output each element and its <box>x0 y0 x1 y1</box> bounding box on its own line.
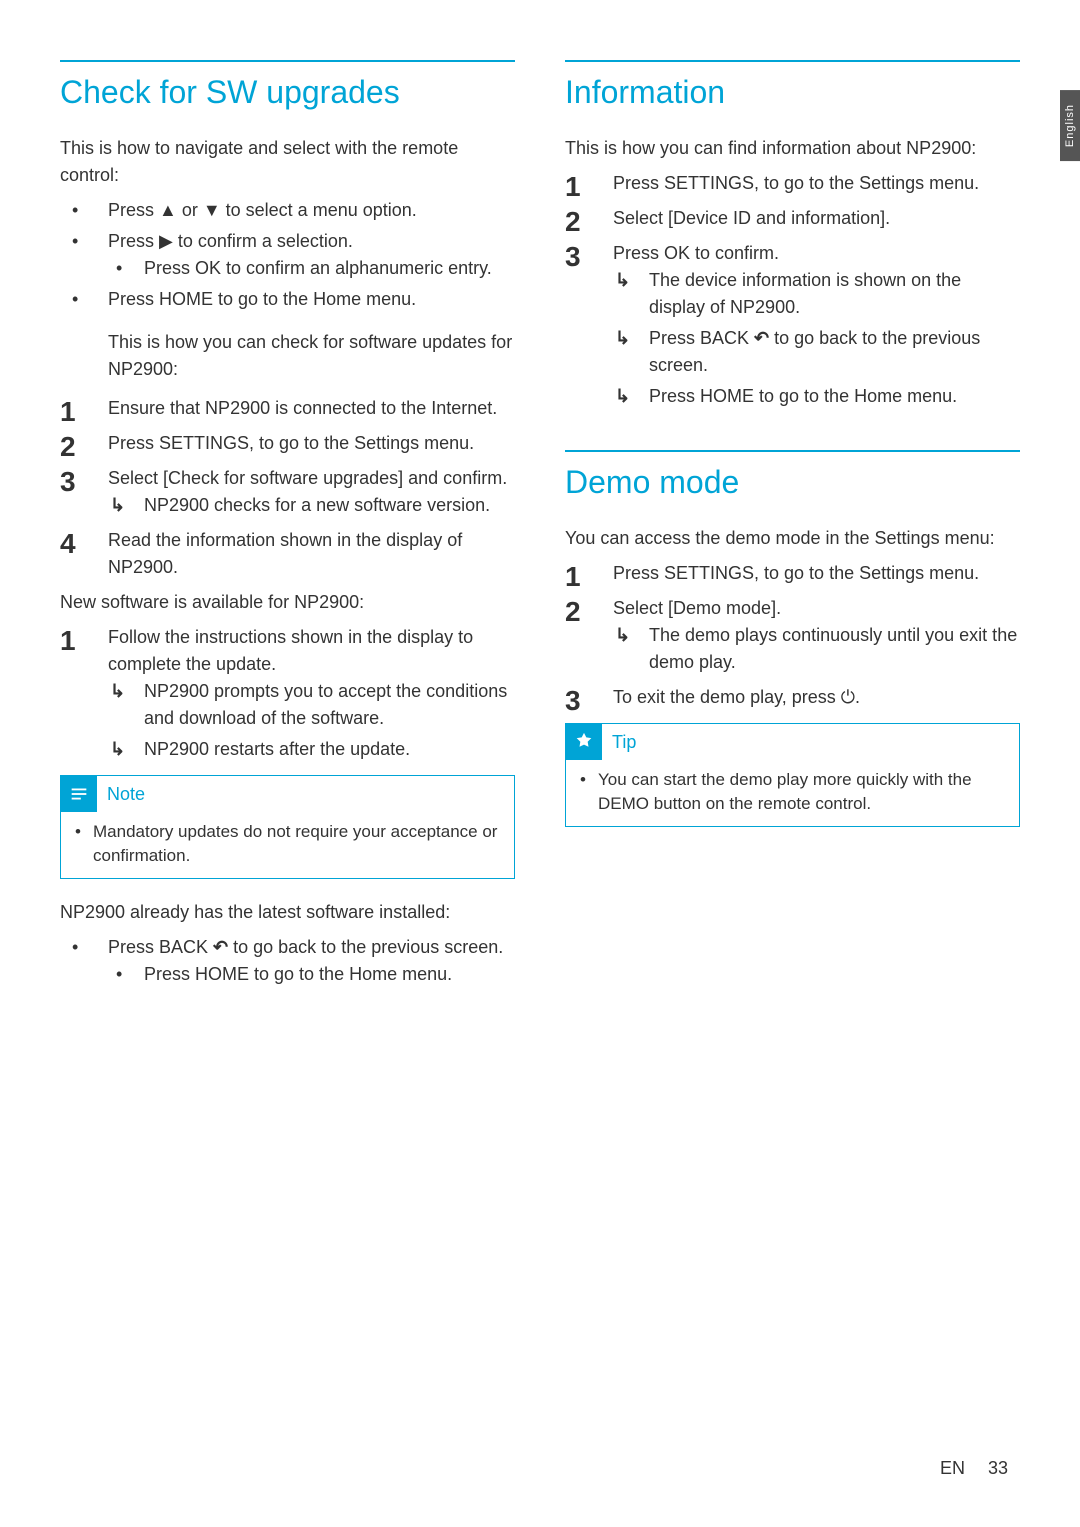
step-item: Select [Device ID and information]. <box>565 205 1020 232</box>
result-item: NP2900 checks for a new software version… <box>108 492 515 519</box>
callout-body: You can start the demo play more quickly… <box>566 760 1019 826</box>
step-item: Press OK to confirm. The device informat… <box>565 240 1020 410</box>
tip-body-text: You can start the demo play more quickly… <box>580 768 1005 816</box>
already-latest-text: NP2900 already has the latest software i… <box>60 899 515 926</box>
info-steps-list: Press SETTINGS, to go to the Settings me… <box>565 170 1020 410</box>
nav-bullet-list: Press ▲ or ▼ to select a menu option. Pr… <box>60 197 515 313</box>
step-text: Select [Check for software upgrades] and… <box>108 468 507 488</box>
step-item: Read the information shown in the displa… <box>60 527 515 581</box>
tip-callout: Tip You can start the demo play more qui… <box>565 723 1020 827</box>
step-text: Press OK to confirm. <box>613 243 779 263</box>
footer-page-number: 33 <box>988 1458 1008 1478</box>
callout-header: Note <box>61 776 514 812</box>
result-item: NP2900 prompts you to accept the conditi… <box>108 678 515 732</box>
left-column: Check for SW upgrades This is how to nav… <box>60 60 515 1004</box>
section-title-sw-upgrades: Check for SW upgrades <box>60 60 515 111</box>
content-columns: Check for SW upgrades This is how to nav… <box>60 60 1020 1004</box>
tip-title: Tip <box>612 732 636 753</box>
steps-list-b: Follow the instructions shown in the dis… <box>60 624 515 763</box>
intro-text: This is how to navigate and select with … <box>60 135 515 189</box>
result-item: Press BACK ↶ to go back to the previous … <box>613 325 1020 379</box>
bullet-text-post: to go back to the previous screen. <box>228 937 503 957</box>
steps-list-a: Ensure that NP2900 is connected to the I… <box>60 395 515 581</box>
step-item: Select [Check for software upgrades] and… <box>60 465 515 519</box>
step-item: Press SETTINGS, to go to the Settings me… <box>60 430 515 457</box>
callout-body: Mandatory updates do not require your ac… <box>61 812 514 878</box>
step-item: To exit the demo play, press ⏻. <box>565 684 1020 711</box>
footer-lang: EN <box>940 1458 965 1478</box>
note-title: Note <box>107 784 145 805</box>
new-sw-text: New software is available for NP2900: <box>60 589 515 616</box>
step-item: Follow the instructions shown in the dis… <box>60 624 515 763</box>
result-item: Press HOME to go to the Home menu. <box>613 383 1020 410</box>
check-intro: This is how you can check for software u… <box>60 329 515 383</box>
step-item: Press SETTINGS, to go to the Settings me… <box>565 170 1020 197</box>
page-footer: EN 33 <box>940 1458 1008 1479</box>
sub-bullet-item: Press HOME to go to the Home menu. <box>108 961 515 988</box>
back-icon: ↶ <box>213 934 228 961</box>
bullet-text-pre: Press BACK <box>108 937 213 957</box>
bullet-item: Press HOME to go to the Home menu. <box>60 286 515 313</box>
back-icon: ↶ <box>754 325 769 352</box>
section-title-demo: Demo mode <box>565 450 1020 501</box>
section-title-information: Information <box>565 60 1020 111</box>
bullet-item: Press ▶ to confirm a selection. Press OK… <box>60 228 515 282</box>
info-intro: This is how you can find information abo… <box>565 135 1020 162</box>
step-item: Ensure that NP2900 is connected to the I… <box>60 395 515 422</box>
bullet-item: Press BACK ↶ to go back to the previous … <box>60 934 515 988</box>
result-item: The demo plays continuously until you ex… <box>613 622 1020 676</box>
bullet-item: Press ▲ or ▼ to select a menu option. <box>60 197 515 224</box>
step-item: Select [Demo mode]. The demo plays conti… <box>565 595 1020 676</box>
language-tab: English <box>1060 90 1080 161</box>
demo-steps-list: Press SETTINGS, to go to the Settings me… <box>565 560 1020 711</box>
latest-bullet-list: Press BACK ↶ to go back to the previous … <box>60 934 515 988</box>
result-item: NP2900 restarts after the update. <box>108 736 515 763</box>
sub-bullet-item: Press OK to confirm an alphanumeric entr… <box>108 255 515 282</box>
note-callout: Note Mandatory updates do not require yo… <box>60 775 515 879</box>
tip-icon <box>566 724 602 760</box>
step-text: Select [Demo mode]. <box>613 598 781 618</box>
note-icon <box>61 776 97 812</box>
callout-header: Tip <box>566 724 1019 760</box>
demo-intro: You can access the demo mode in the Sett… <box>565 525 1020 552</box>
result-item: The device information is shown on the d… <box>613 267 1020 321</box>
bullet-text: Press ▶ to confirm a selection. <box>108 231 353 251</box>
right-column: Information This is how you can find inf… <box>565 60 1020 1004</box>
step-item: Press SETTINGS, to go to the Settings me… <box>565 560 1020 587</box>
note-body-text: Mandatory updates do not require your ac… <box>75 820 500 868</box>
step-text: Follow the instructions shown in the dis… <box>108 627 473 674</box>
result-text-pre: Press BACK <box>649 328 754 348</box>
